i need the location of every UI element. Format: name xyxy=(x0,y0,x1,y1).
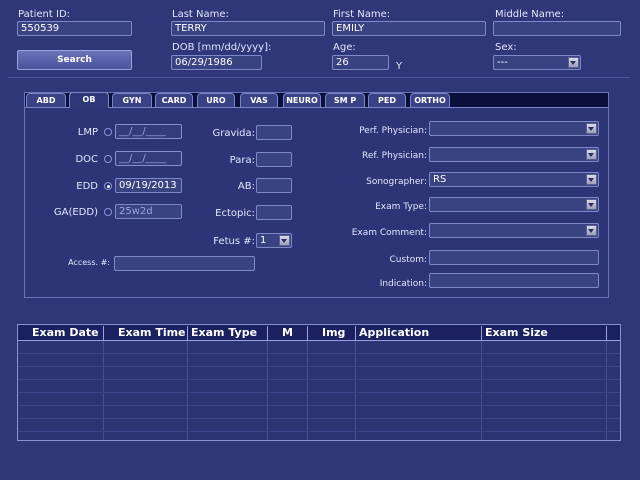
age-unit: Y xyxy=(396,61,403,72)
gravida-field[interactable] xyxy=(256,125,292,140)
exam-type-label: Exam Type: xyxy=(375,202,427,212)
edd-radio[interactable] xyxy=(104,182,112,190)
custom-field[interactable] xyxy=(429,250,599,265)
table-row[interactable] xyxy=(18,353,620,354)
last-name-label: Last Name: xyxy=(172,9,229,20)
col-application[interactable]: Application xyxy=(355,326,481,340)
dob-field[interactable]: 06/29/1986 xyxy=(171,55,262,70)
chevron-down-icon[interactable] xyxy=(568,57,579,68)
table-row[interactable] xyxy=(18,431,620,432)
exam-table xyxy=(17,324,621,441)
perf-physician-select[interactable] xyxy=(429,121,599,136)
table-row[interactable] xyxy=(18,366,620,367)
tab-abd[interactable]: ABD xyxy=(26,93,66,107)
lmp-label: LMP xyxy=(77,127,98,138)
fetus-select-value: 1 xyxy=(260,235,267,246)
ectopic-field[interactable] xyxy=(256,205,292,220)
middle-name-label: Middle Name: xyxy=(495,9,565,20)
table-row[interactable] xyxy=(18,392,620,393)
tab-vas[interactable]: VAS xyxy=(240,93,278,107)
perf-physician-label: Perf. Physician: xyxy=(359,126,427,136)
indication-label: Indication: xyxy=(379,279,427,289)
chevron-down-icon[interactable] xyxy=(586,149,597,160)
last-name-field[interactable]: TERRY xyxy=(171,21,325,36)
search-button[interactable]: Search xyxy=(17,50,132,70)
custom-label: Custom: xyxy=(389,255,427,265)
col-exam-date[interactable]: Exam Date xyxy=(18,326,103,340)
col-exam-time[interactable]: Exam Time xyxy=(103,326,187,340)
col-exam-type[interactable]: Exam Type xyxy=(187,326,267,340)
exam-comment-select[interactable] xyxy=(429,223,599,238)
age-label: Age: xyxy=(333,42,356,53)
ref-physician-select[interactable] xyxy=(429,147,599,162)
chevron-down-icon[interactable] xyxy=(586,225,597,236)
patient-id-field[interactable]: 550539 xyxy=(17,21,132,36)
indication-field[interactable] xyxy=(429,273,599,288)
tab-ped[interactable]: PED xyxy=(368,93,406,107)
table-column-line xyxy=(606,341,607,440)
exam-type-select[interactable] xyxy=(429,197,599,212)
tab-uro[interactable]: URO xyxy=(197,93,235,107)
col-exam-size[interactable]: Exam Size xyxy=(481,326,606,340)
ga-edd-radio[interactable] xyxy=(104,208,112,216)
table-column-line xyxy=(481,341,482,440)
col-m[interactable]: M xyxy=(267,326,307,340)
table-column-line xyxy=(267,341,268,440)
fetus-select[interactable]: 1 xyxy=(256,233,292,248)
first-name-label: First Name: xyxy=(333,9,391,20)
doc-field[interactable]: __/__/____ xyxy=(115,151,182,166)
para-label: Para: xyxy=(229,155,255,166)
sonographer-select[interactable]: RS xyxy=(429,172,599,187)
sonographer-label: Sonographer: xyxy=(366,177,427,187)
chevron-down-icon[interactable] xyxy=(586,199,597,210)
ab-field[interactable] xyxy=(256,178,292,193)
edd-field[interactable]: 09/19/2013 xyxy=(115,178,182,193)
doc-radio[interactable] xyxy=(104,155,112,163)
chevron-down-icon[interactable] xyxy=(586,174,597,185)
col-img[interactable]: Img xyxy=(307,326,355,340)
lmp-radio[interactable] xyxy=(104,128,112,136)
table-column-line xyxy=(355,341,356,440)
tab-sm-p[interactable]: SM P xyxy=(325,93,365,107)
tab-ortho[interactable]: ORTHO xyxy=(410,93,450,107)
first-name-field[interactable]: EMILY xyxy=(332,21,486,36)
sex-select[interactable]: --- xyxy=(493,55,581,70)
access-label: Access. #: xyxy=(68,258,110,267)
col-filler xyxy=(606,326,620,340)
middle-name-field[interactable] xyxy=(493,21,621,36)
doc-label: DOC xyxy=(75,154,98,165)
access-field[interactable] xyxy=(114,256,255,271)
ga-edd-label: GA(EDD) xyxy=(53,207,98,218)
lmp-field[interactable]: __/__/____ xyxy=(115,124,182,139)
sonographer-value: RS xyxy=(433,174,447,185)
ga-edd-field[interactable]: 25w2d xyxy=(115,204,182,219)
ab-label: AB: xyxy=(237,181,255,192)
ectopic-label: Ectopic: xyxy=(215,208,255,219)
table-column-line xyxy=(307,341,308,440)
edd-label: EDD xyxy=(76,181,98,192)
exam-comment-label: Exam Comment: xyxy=(351,228,427,238)
para-field[interactable] xyxy=(256,152,292,167)
gravida-label: Gravida: xyxy=(212,128,255,139)
sex-label: Sex: xyxy=(495,42,517,53)
ref-physician-label: Ref. Physician: xyxy=(362,151,427,161)
tab-bar-line xyxy=(25,107,608,108)
tab-ob[interactable]: OB xyxy=(69,92,109,108)
table-column-line xyxy=(187,341,188,440)
tab-card[interactable]: CARD xyxy=(155,93,193,107)
chevron-down-icon[interactable] xyxy=(279,235,290,246)
table-row[interactable] xyxy=(18,405,620,406)
table-column-line xyxy=(103,341,104,440)
table-row[interactable] xyxy=(18,418,620,419)
table-row[interactable] xyxy=(18,379,620,380)
fetus-label: Fetus #: xyxy=(213,236,255,247)
patient-id-label: Patient ID: xyxy=(18,9,71,20)
sex-select-value: --- xyxy=(497,57,508,68)
tab-neuro[interactable]: NEURO xyxy=(283,93,321,107)
chevron-down-icon[interactable] xyxy=(586,123,597,134)
header-divider xyxy=(8,77,630,78)
tab-gyn[interactable]: GYN xyxy=(112,93,152,107)
dob-label: DOB [mm/dd/yyyy]: xyxy=(172,42,272,53)
age-field[interactable]: 26 xyxy=(332,55,389,70)
